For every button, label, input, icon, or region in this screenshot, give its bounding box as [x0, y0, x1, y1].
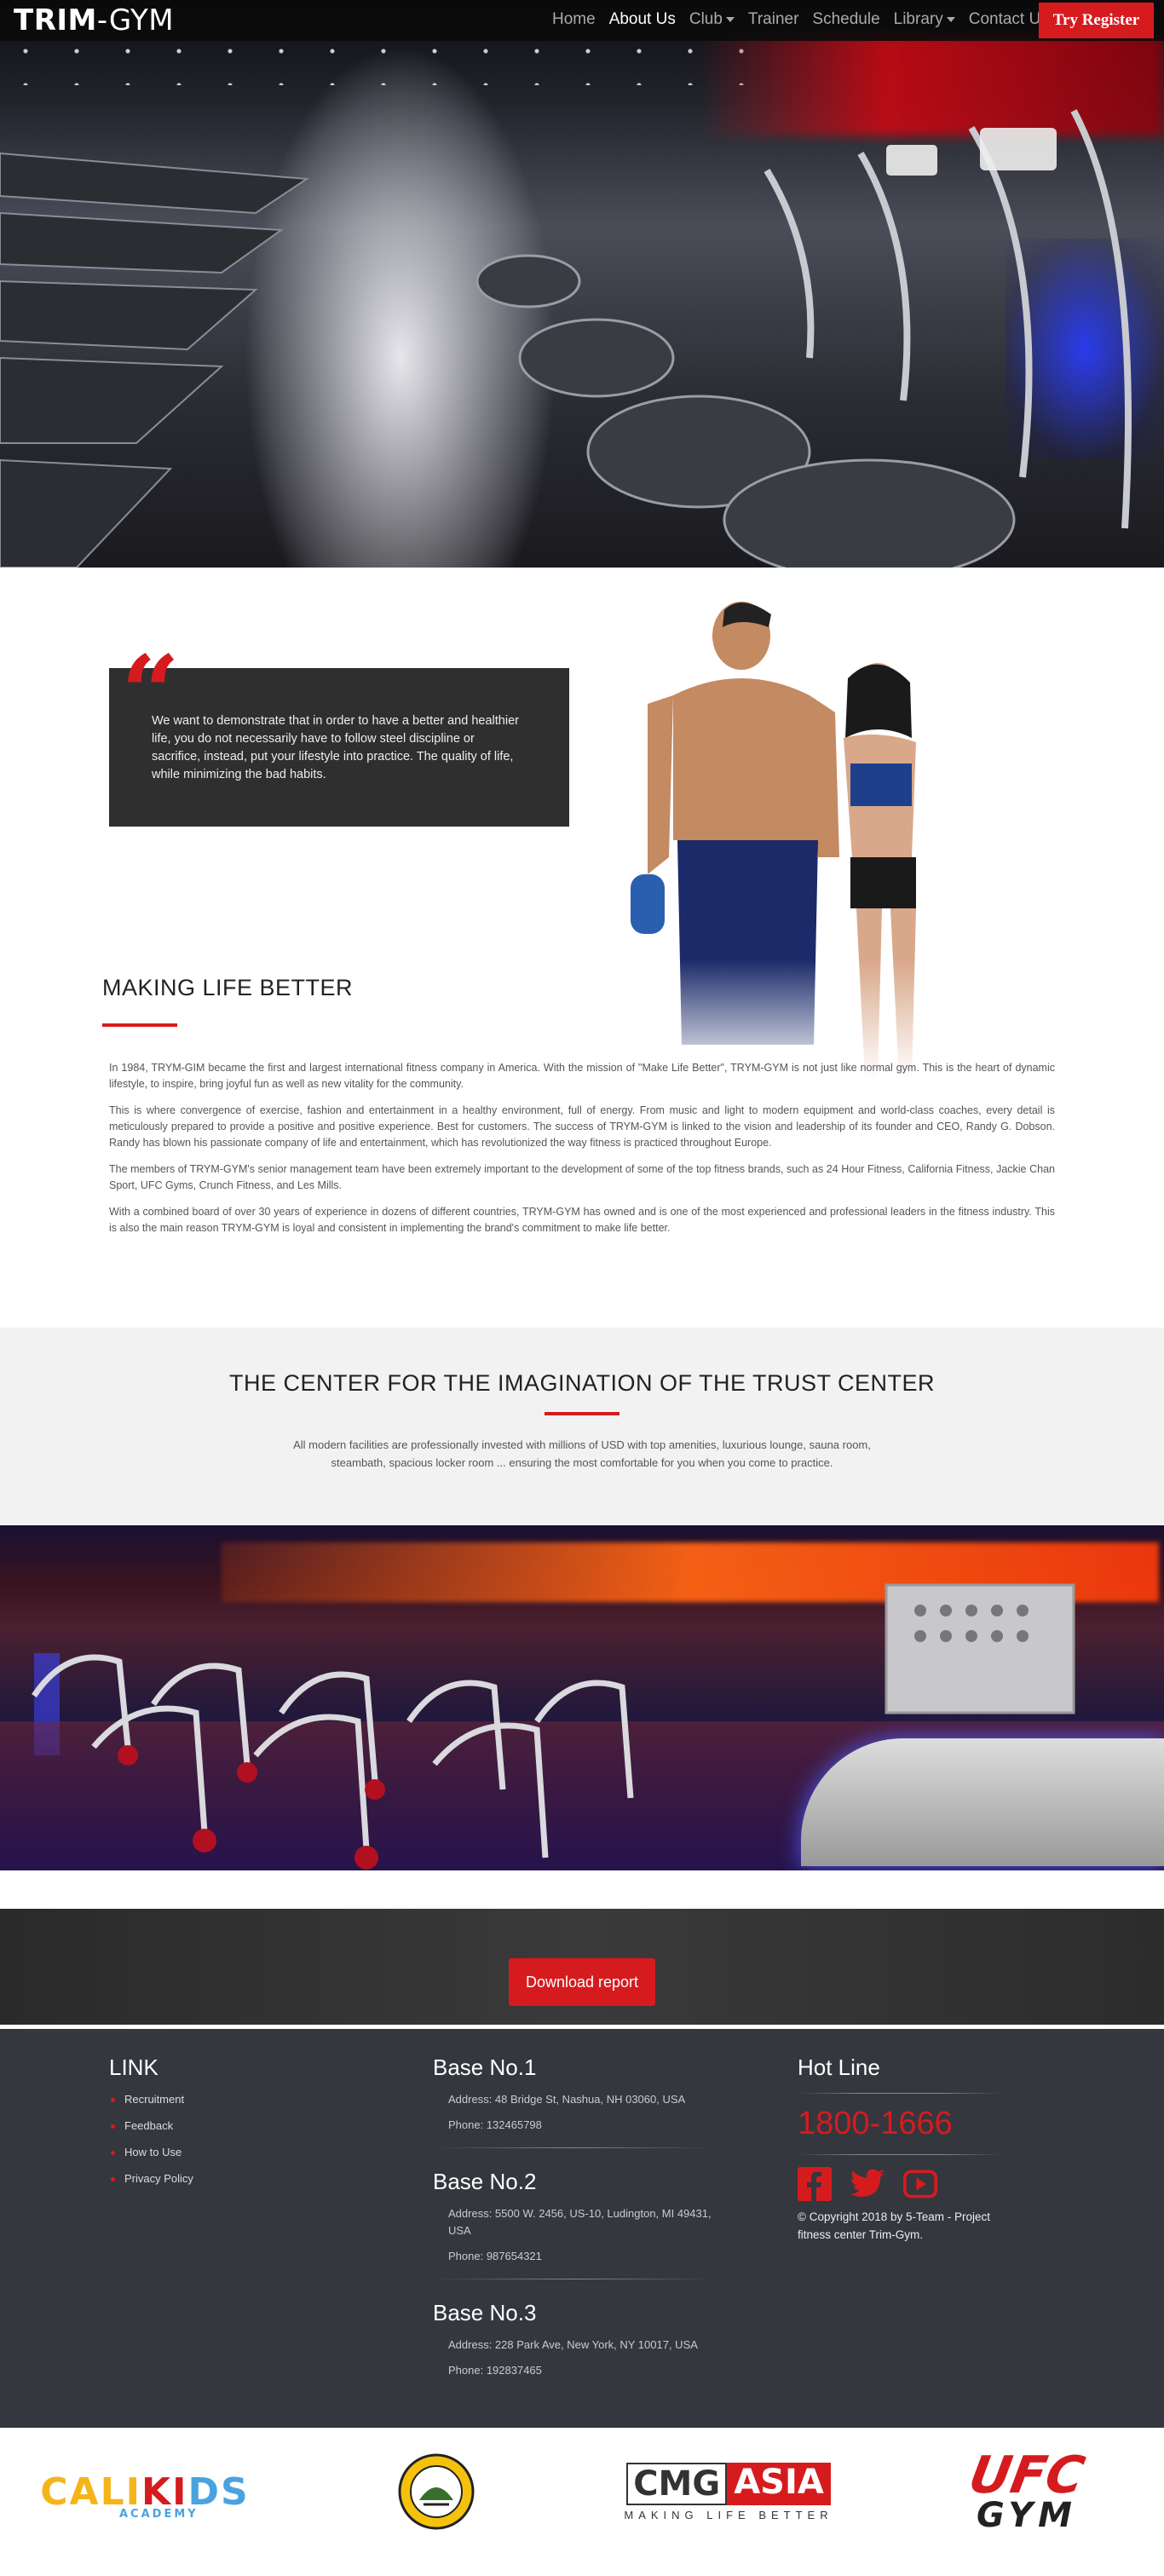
cmg-tagline: MAKING LIFE BETTER [624, 2508, 833, 2521]
calikids-part: KI [141, 2469, 188, 2514]
ufc-gym-logo[interactable]: UFC GYM [912, 2446, 1142, 2533]
hero-equipment-illustration [0, 109, 1132, 568]
base-phone: Phone: 987654321 [448, 2250, 542, 2262]
download-report-button[interactable]: Download report [509, 1958, 655, 2006]
center-text: All modern facilities are professionally… [293, 1438, 871, 1469]
chevron-down-icon [725, 16, 735, 22]
cmg-asia-logo[interactable]: CMG ASIA MAKING LIFE BETTER [614, 2453, 844, 2530]
about-paragraph: With a combined board of over 30 years o… [109, 1206, 1055, 1234]
footer-link-recruitment[interactable]: Recruitment [111, 2093, 193, 2106]
links-list: Recruitment Feedback How to Use Privacy … [109, 2093, 193, 2185]
calikids-sub: ACADEMY [119, 2508, 199, 2521]
about-paragraph: In 1984, TRYM-GIM became the first and l… [109, 1062, 1055, 1090]
brand-logo[interactable]: TRIM-GYM [14, 3, 174, 37]
main-nav: Home About Us Club Trainer Schedule Libr… [545, 10, 1056, 29]
cmg-wordmark: CMG ASIA [626, 2462, 831, 2505]
quote-mark-icon: “ [121, 633, 181, 753]
footer-hotline: Hot Line 1800-1666 © Copyright 2018 by 5… [798, 2054, 1002, 2244]
nav-club-label: Club [689, 10, 723, 28]
divider [433, 2147, 714, 2148]
base-title: Base No.2 [433, 2169, 537, 2194]
spin-studio-photo [0, 1525, 1164, 1870]
brand-light: -GYM [96, 3, 175, 37]
download-section: Download report [0, 1870, 1164, 2029]
center-title: THE CENTER FOR THE IMAGINATION OF THE TR… [228, 1370, 936, 1396]
divider [798, 2154, 1002, 2155]
nav-about-us[interactable]: About Us [602, 10, 683, 29]
base-title: Base No.1 [433, 2054, 537, 2080]
instructor-stage [801, 1738, 1164, 1866]
twitter-icon[interactable] [850, 2167, 885, 2201]
chevron-down-icon [946, 16, 955, 22]
divider [798, 2093, 1002, 2094]
title-underline [102, 1023, 177, 1027]
nav-schedule[interactable]: Schedule [805, 10, 886, 29]
facebook-icon[interactable] [798, 2167, 832, 2201]
top-navbar: TRIM-GYM Home About Us Club Trainer Sche… [0, 0, 1164, 41]
calikids-part: DS [187, 2469, 250, 2514]
fitness-models-photo [622, 602, 980, 1079]
about-section: We want to demonstrate that in order to … [0, 568, 1164, 1328]
base-address: Address: 5500 W. 2456, US-10, Ludington,… [448, 2207, 712, 2237]
cmg-a: CMG [626, 2462, 728, 2505]
base-item: Base No.2 Address: 5500 W. 2456, US-10, … [433, 2169, 723, 2279]
nav-trainer[interactable]: Trainer [741, 10, 805, 29]
copyright-text: © Copyright 2018 by 5-Team - Project fit… [798, 2210, 991, 2241]
calikids-part: CALI [40, 2469, 142, 2514]
nav-library-label: Library [893, 10, 943, 28]
nav-library[interactable]: Library [887, 10, 962, 29]
ufc-text: UFC [964, 2446, 1090, 2505]
base-item: Base No.3 Address: 228 Park Ave, New Yor… [433, 2300, 723, 2379]
base-address: Address: 228 Park Ave, New York, NY 1001… [448, 2338, 698, 2351]
base-item: Base No.1 Address: 48 Bridge St, Nashua,… [433, 2054, 723, 2148]
title-underline [545, 1412, 619, 1415]
quote-text: We want to demonstrate that in order to … [152, 714, 519, 781]
cmg-b: ASIA [727, 2462, 831, 2505]
about-paragraphs: In 1984, TRYM-GIM became the first and l… [109, 1060, 1055, 1247]
about-paragraph: This is where convergence of exercise, f… [109, 1104, 1055, 1149]
footer: LINK Recruitment Feedback How to Use Pri… [0, 2029, 1164, 2428]
calikids-logo[interactable]: CALI KI DS ACADEMY [34, 2453, 256, 2530]
base-title: Base No.3 [433, 2300, 537, 2325]
hotline-title: Hot Line [798, 2054, 880, 2080]
try-register-button[interactable]: Try Register [1039, 3, 1154, 38]
footer-link-feedback[interactable]: Feedback [111, 2119, 193, 2132]
nav-home[interactable]: Home [545, 10, 602, 29]
footer-bases: Base No.1 Address: 48 Bridge St, Nashua,… [433, 2054, 723, 2400]
partner-logos: CALI KI DS ACADEMY CMG ASIA MAKING LIFE BET… [0, 2428, 1164, 2576]
about-title: MAKING LIFE BETTER [102, 975, 354, 1000]
links-title: LINK [109, 2054, 158, 2080]
base-phone: Phone: 192837465 [448, 2364, 542, 2377]
footer-links: LINK Recruitment Feedback How to Use Pri… [109, 2054, 193, 2199]
base-address: Address: 48 Bridge St, Nashua, NH 03060,… [448, 2093, 686, 2106]
hotline-number[interactable]: 1800-1666 [798, 2106, 1002, 2142]
california-seal-logo[interactable] [394, 2453, 479, 2530]
youtube-icon[interactable] [903, 2167, 937, 2201]
footer-link-how-to-use[interactable]: How to Use [111, 2146, 193, 2158]
brand-bold: TRIM [14, 3, 97, 37]
about-paragraph: The members of TRYM-GYM's senior managem… [109, 1163, 1055, 1191]
nav-club[interactable]: Club [683, 10, 741, 29]
base-phone: Phone: 132465798 [448, 2118, 542, 2131]
hero-gym-photo [0, 0, 1164, 568]
social-links [798, 2167, 1002, 2201]
center-section: THE CENTER FOR THE IMAGINATION OF THE TR… [0, 1328, 1164, 1525]
footer-link-privacy-policy[interactable]: Privacy Policy [111, 2172, 193, 2185]
